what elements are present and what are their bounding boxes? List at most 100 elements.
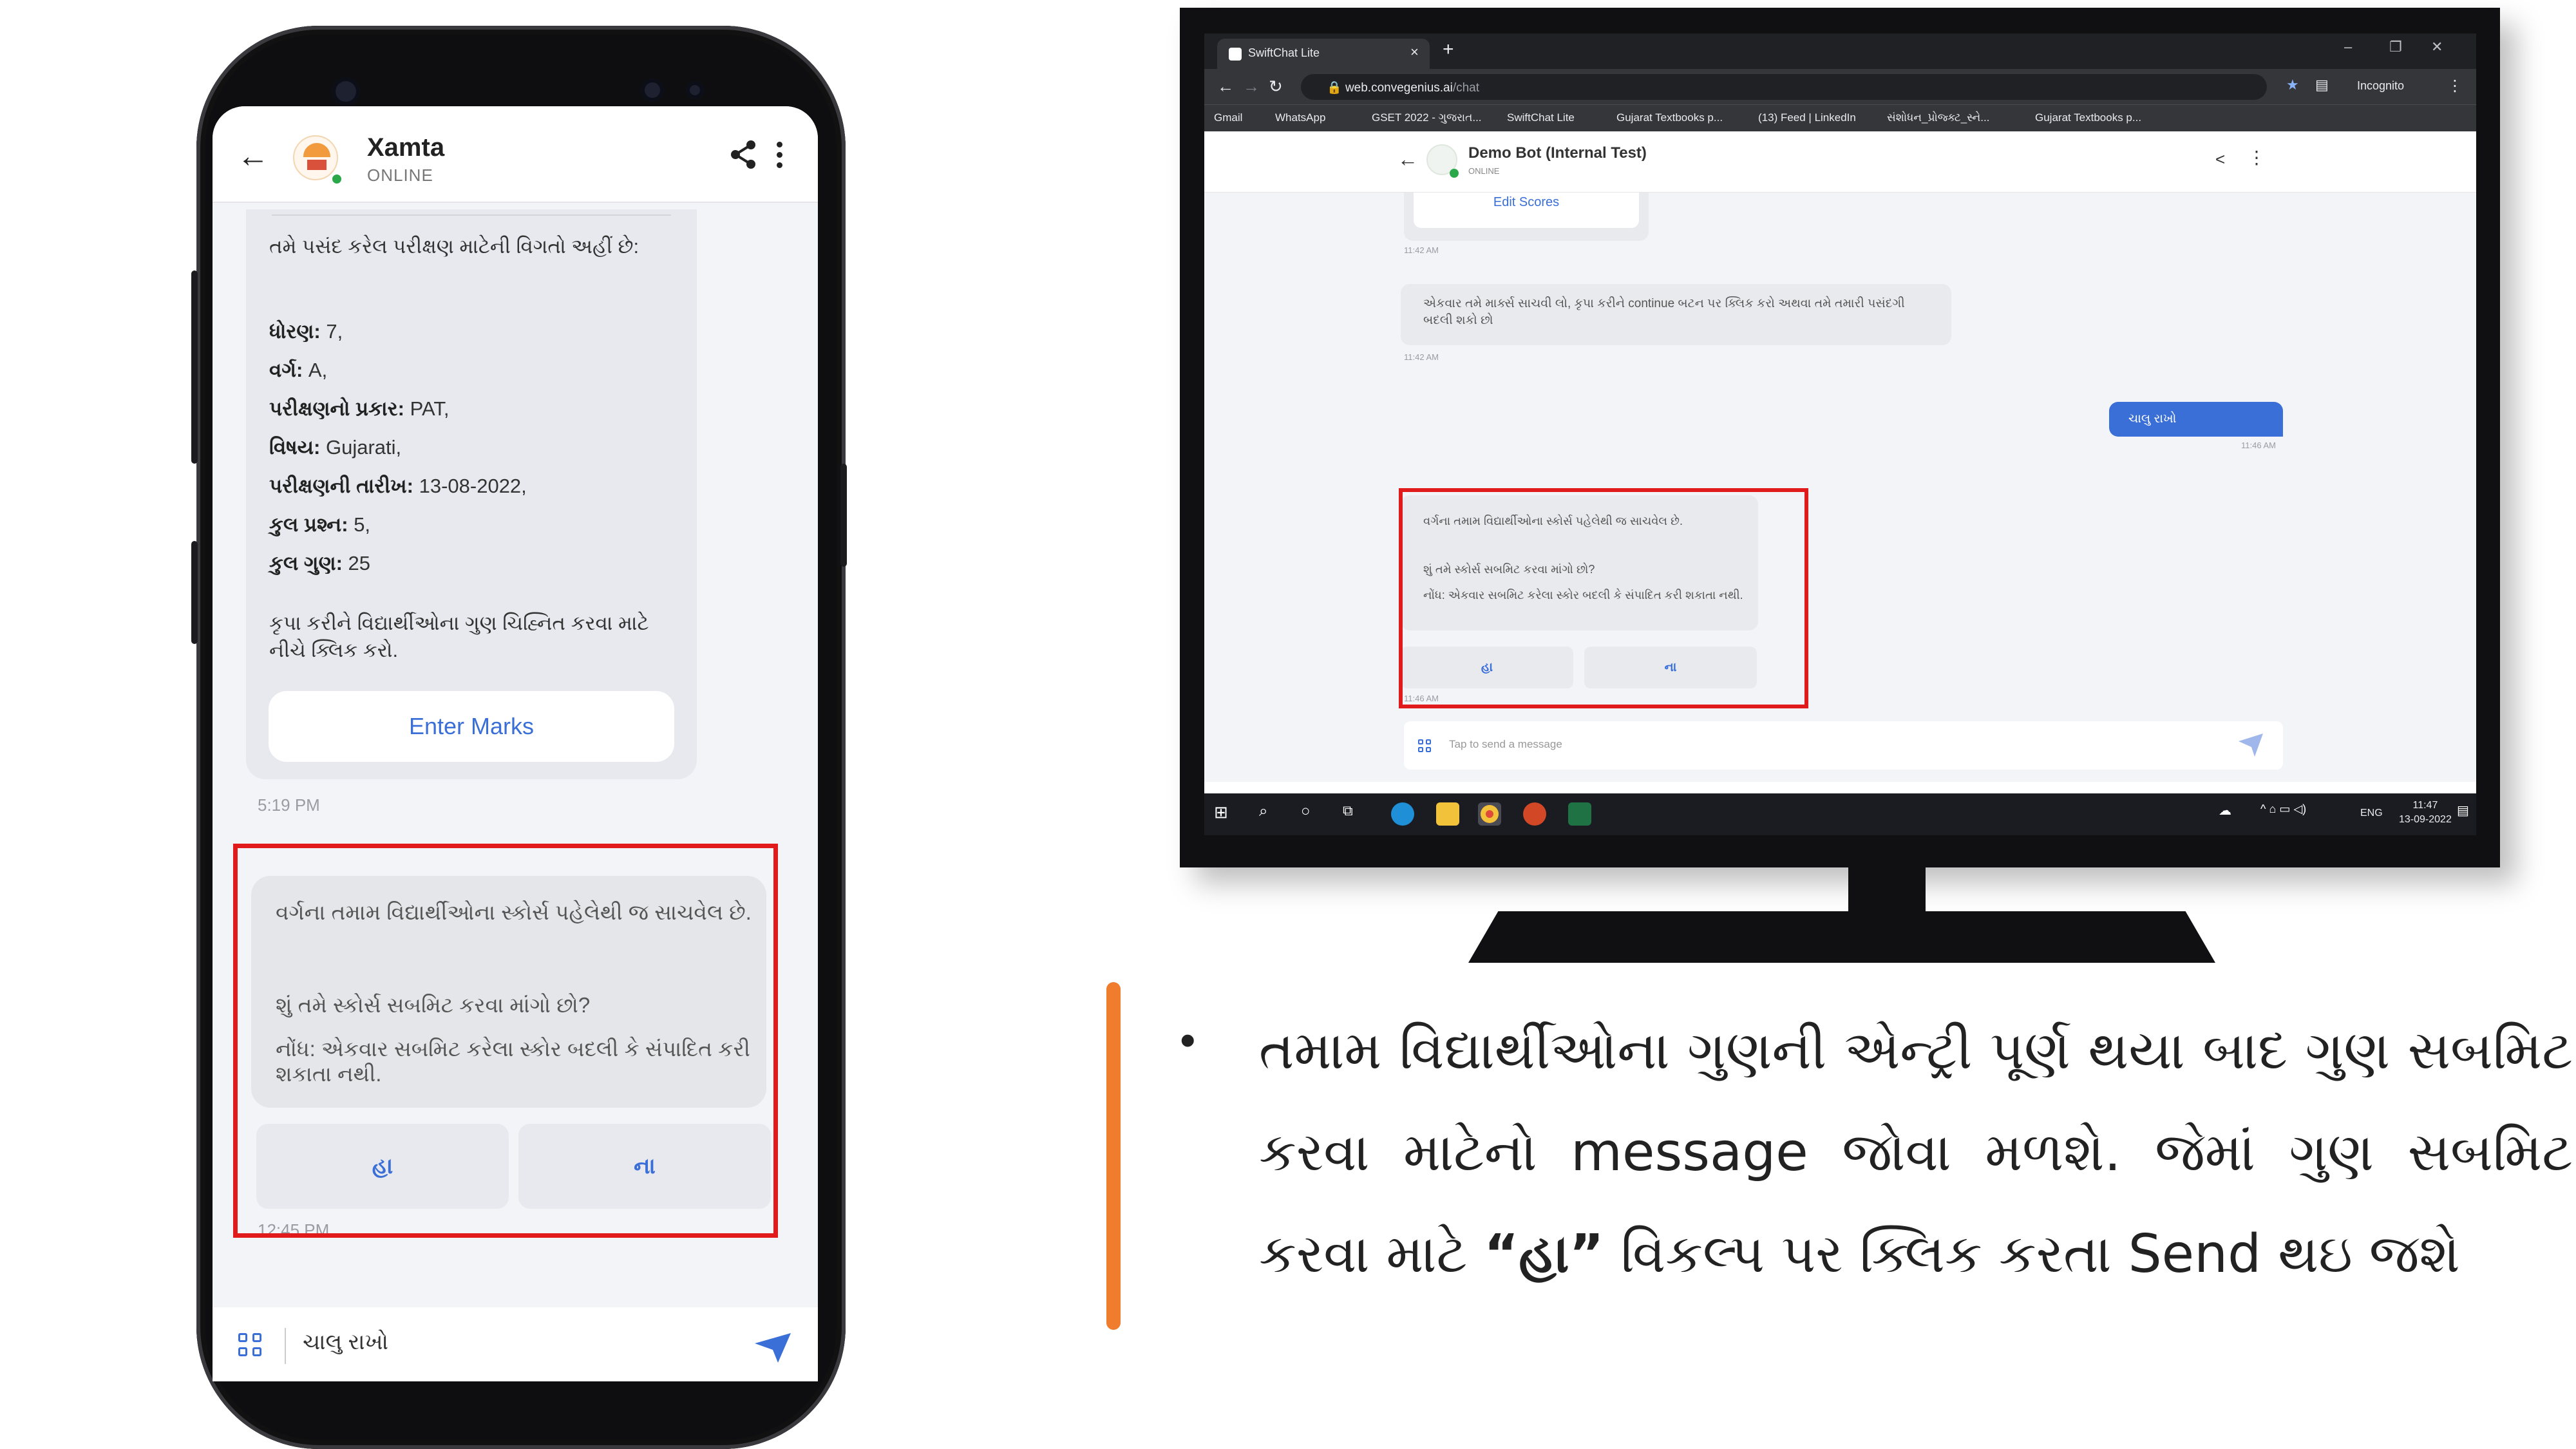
file-explorer-icon[interactable]	[1436, 802, 1459, 826]
share-icon[interactable]: <	[2215, 149, 2225, 169]
send-icon[interactable]	[753, 1332, 792, 1364]
message-timestamp: 11:42 AM	[1404, 352, 1439, 362]
chat-status: ONLINE	[367, 166, 433, 185]
bookmark-item[interactable]: સંશોધન_પ્રોજ્ક્ટ_સ્ને...	[1887, 111, 1989, 124]
detail-label: વિષય:	[269, 436, 321, 459]
address-bar[interactable]: 🔒 web.convegenius.ai/chat	[1301, 74, 2267, 100]
back-arrow-icon[interactable]: ←	[237, 140, 269, 172]
online-indicator	[1450, 169, 1459, 178]
cortana-icon[interactable]: ○	[1301, 802, 1324, 826]
accent-bar	[1106, 982, 1121, 1330]
extensions-icon[interactable]: ▤	[2315, 77, 2329, 93]
test-details-message: તમે પસંદ કરેલ પરીક્ષણ માટેની વિગતો અહીં …	[246, 209, 697, 779]
url-domain: web.convegenius.ai	[1345, 81, 1453, 95]
browser-tab[interactable]: SwiftChat Lite ×	[1217, 39, 1430, 69]
send-icon[interactable]	[2238, 733, 2264, 757]
message-input-bar: ચાલુ રાખો	[213, 1307, 818, 1381]
restore-icon[interactable]: ❐	[2389, 39, 2402, 55]
detail-label: કુલ પ્રશ્ન:	[269, 513, 348, 536]
language-indicator[interactable]: ENG	[2360, 808, 2383, 819]
message-note: કૃપા કરીને વિદ્યાર્થીઓના ગુણ ચિહ્નિત કરવ…	[269, 612, 649, 661]
detail-label: પરીક્ષણનો પ્રકાર:	[269, 397, 404, 420]
bookmark-item[interactable]: Gujarat Textbooks p...	[1616, 111, 1723, 124]
message-timestamp: 11:42 AM	[1404, 245, 1439, 255]
taskbar-clock[interactable]: 11:47 13-09-2022	[2399, 799, 2452, 827]
minimize-icon[interactable]: –	[2344, 39, 2352, 55]
test-details-list: ધોરણ: 7, વર્ગ: A, પરીક્ષણનો પ્રકાર: PAT,…	[269, 312, 681, 583]
chat-header: ← Demo Bot (Internal Test) ONLINE < ⋮	[1204, 131, 2476, 193]
menu-grid-icon[interactable]	[238, 1333, 264, 1359]
monitor-stand-base	[1468, 911, 2215, 963]
chat-header: ← Xamta ONLINE	[213, 106, 818, 203]
windows-taskbar: ⊞ ⌕ ○ ⧉ ☁ ^ ⌂ ▭ ◁) ENG 11:47 13-09-2022 ▤	[1204, 793, 2476, 835]
back-icon[interactable]: ←	[1217, 77, 1234, 97]
weather-icon[interactable]: ☁	[2219, 802, 2242, 826]
chat-title: Xamta	[367, 133, 445, 162]
bookmark-star-icon[interactable]: ★	[2286, 77, 2299, 93]
description-text: તમામ વિદ્યાર્થીઓના ગુણની એન્ટ્રી પૂર્ણ થ…	[1259, 1000, 2573, 1305]
sensor	[641, 79, 664, 102]
close-tab-icon[interactable]: ×	[1410, 44, 1419, 61]
powerpoint-icon[interactable]	[1523, 802, 1546, 826]
chrome-icon[interactable]	[1478, 802, 1501, 826]
search-icon[interactable]: ⌕	[1259, 802, 1282, 826]
detail-row: પરીક્ષણની તારીખ: 13-08-2022,	[269, 467, 681, 506]
chat-title: Demo Bot (Internal Test)	[1468, 144, 1647, 162]
description-highlight: “હા”	[1484, 1224, 1604, 1285]
bookmark-item[interactable]: (13) Feed | LinkedIn	[1758, 111, 1856, 124]
incognito-label[interactable]: Incognito	[2357, 79, 2404, 93]
share-icon[interactable]	[728, 138, 760, 171]
system-tray-icons[interactable]: ^ ⌂ ▭ ◁)	[2260, 802, 2351, 826]
highlight-box	[233, 844, 778, 1238]
forward-icon[interactable]: →	[1243, 77, 1260, 97]
edit-scores-button[interactable]: Edit Scores	[1414, 193, 1639, 228]
enter-marks-button[interactable]: Enter Marks	[269, 691, 674, 762]
more-options-icon[interactable]: ⋮	[2248, 147, 2266, 168]
detail-label: ધોરણ:	[269, 320, 321, 343]
clock-date: 13-09-2022	[2399, 814, 2452, 825]
url-path: /chat	[1452, 81, 1480, 95]
detail-value: Gujarati,	[320, 436, 402, 459]
detail-row: ધોરણ: 7,	[269, 312, 681, 351]
divider	[285, 1328, 286, 1364]
menu-grid-icon[interactable]	[1418, 739, 1432, 753]
new-tab-icon[interactable]: +	[1443, 39, 1454, 61]
edge-icon[interactable]	[1391, 802, 1414, 826]
power-button	[840, 464, 847, 567]
detail-row: કુલ પ્રશ્ન: 5,	[269, 506, 681, 544]
logo-book-shape	[307, 160, 327, 170]
more-options-icon[interactable]	[773, 142, 786, 170]
bookmark-item[interactable]: Gujarat Textbooks p...	[2035, 111, 2141, 124]
detail-value: 5,	[348, 513, 371, 536]
message-input[interactable]: ચાલુ રાખો	[303, 1330, 388, 1355]
chrome-menu-icon[interactable]: ⋮	[2447, 77, 2463, 95]
sensor	[686, 81, 704, 99]
detail-row: કુલ ગુણ: 25	[269, 544, 681, 583]
input-placeholder: Tap to send a message	[1449, 738, 1562, 750]
bot-message: એકવાર તમે માર્ક્સ સાચવી લો, કૃપા કરીને c…	[1401, 284, 1951, 345]
reload-icon[interactable]: ↻	[1269, 77, 1283, 97]
previous-message: Edit Scores	[1404, 193, 1649, 241]
bookmark-item[interactable]: WhatsApp	[1275, 111, 1325, 124]
close-window-icon[interactable]: ✕	[2431, 39, 2443, 55]
bookmarks-bar: Gmail WhatsApp GSET 2022 - ગુજરાત... Swi…	[1204, 104, 2476, 131]
tab-title: SwiftChat Lite	[1248, 46, 1320, 59]
bookmark-item[interactable]: SwiftChat Lite	[1507, 111, 1575, 124]
bixby-button	[191, 541, 198, 644]
back-arrow-icon[interactable]: ←	[1397, 147, 1418, 171]
task-view-icon[interactable]: ⧉	[1343, 802, 1366, 826]
browser-tab-strip: SwiftChat Lite × + – ❐ ✕	[1204, 33, 2476, 69]
bookmark-item[interactable]: GSET 2022 - ગુજરાત...	[1372, 111, 1482, 124]
front-camera	[332, 77, 360, 106]
detail-value: A,	[303, 359, 328, 381]
detail-value: 25	[342, 552, 371, 574]
notifications-icon[interactable]: ▤	[2457, 802, 2476, 826]
detail-value: 13-08-2022,	[413, 475, 527, 497]
detail-row: વિષય: Gujarati,	[269, 428, 681, 467]
clock-time: 11:47	[2412, 800, 2438, 811]
windows-start-icon[interactable]: ⊞	[1214, 802, 1237, 826]
message-input[interactable]: Tap to send a message	[1404, 721, 2283, 770]
excel-icon[interactable]	[1568, 802, 1591, 826]
bookmark-item[interactable]: Gmail	[1214, 111, 1242, 124]
message-timestamp: 11:46 AM	[2241, 440, 2276, 450]
